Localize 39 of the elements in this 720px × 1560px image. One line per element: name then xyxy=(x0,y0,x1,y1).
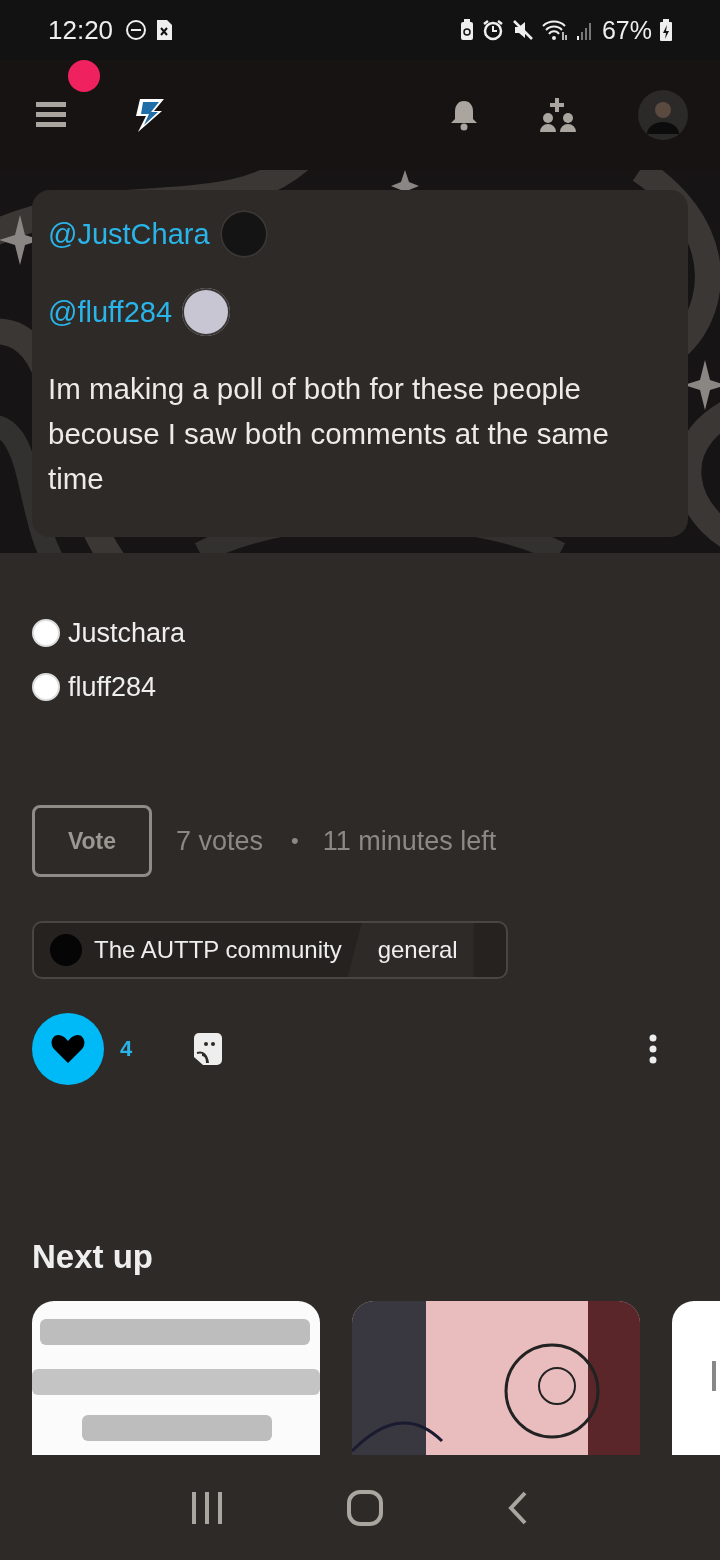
option-label[interactable]: Justchara xyxy=(68,617,186,649)
post-text: Im making a poll of both for these people becouse I saw both comments at the same time xyxy=(48,371,610,497)
radio-button[interactable] xyxy=(32,673,60,701)
alarm-icon xyxy=(481,19,504,41)
do-not-disturb-icon xyxy=(125,19,148,41)
bell-icon xyxy=(450,99,478,131)
time-left: 11 minutes left xyxy=(322,825,497,857)
clock: 12:20 xyxy=(48,14,114,46)
file-icon xyxy=(155,19,174,41)
community-chip[interactable]: The AUTTP community general xyxy=(32,921,508,979)
like-count: 4 xyxy=(120,1036,133,1062)
vote-count: 7 votes xyxy=(176,825,264,857)
user-mention[interactable]: @JustChara xyxy=(48,217,210,251)
menu-icon xyxy=(36,102,66,128)
section-title: Next up xyxy=(32,1237,154,1277)
add-friends-button[interactable] xyxy=(540,98,576,132)
recent-apps-icon[interactable] xyxy=(192,1491,223,1524)
separator-dot: • xyxy=(291,828,299,854)
menu-button[interactable] xyxy=(36,102,66,128)
battery-saver-icon xyxy=(459,19,474,41)
option-label[interactable]: fluff284 xyxy=(68,671,157,703)
battery-percentage: 67% xyxy=(601,15,652,45)
community-name: The AUTTP community xyxy=(94,936,343,964)
notifications-button[interactable] xyxy=(450,99,478,131)
radio-button[interactable] xyxy=(32,619,60,647)
comment-icon[interactable] xyxy=(194,1033,223,1065)
channel-name: general xyxy=(347,923,474,977)
wifi-icon xyxy=(541,19,568,41)
user-mention[interactable]: @fluff284 xyxy=(48,295,173,329)
user-avatar xyxy=(182,288,231,336)
community-avatar xyxy=(50,934,82,966)
mute-icon xyxy=(511,19,534,41)
battery-charging-icon xyxy=(660,19,672,41)
vote-button[interactable]: Vote xyxy=(32,805,152,877)
home-icon[interactable] xyxy=(347,1489,383,1526)
more-options-icon[interactable] xyxy=(648,1034,658,1064)
heart-icon xyxy=(51,1034,85,1064)
people-plus-icon xyxy=(540,98,576,132)
back-icon[interactable] xyxy=(507,1490,528,1525)
